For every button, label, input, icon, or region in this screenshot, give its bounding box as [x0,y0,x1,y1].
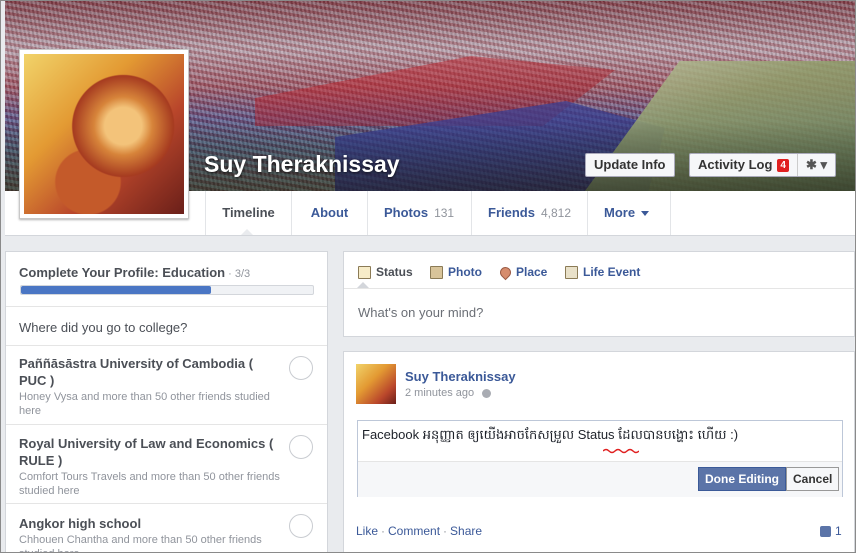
complete-profile-card: Complete Your Profile: Education · 3/3 W… [5,251,328,552]
tab-about[interactable]: About [291,191,367,235]
list-item[interactable]: Royal University of Law and Economics ( … [19,435,281,498]
status-input[interactable]: What's on your mind? [358,305,483,320]
select-circle[interactable] [289,435,313,459]
activity-log-badge: 4 [777,158,789,172]
location-pin-icon [497,264,514,280]
tab-more[interactable]: More [587,191,671,235]
school-friends-note: Comfort Tours Travels and more than 50 o… [19,471,280,497]
share-link[interactable]: Share [450,524,482,538]
separator-dot: · [381,524,386,538]
post-edit-box[interactable]: Facebook អនុញ្ញាត ឲ្យយើងអាចកែសម្រួល Stat… [357,420,843,497]
cancel-button[interactable]: Cancel [786,467,840,491]
divider [6,306,327,307]
school-name[interactable]: Angkor high school [19,515,281,532]
status-icon [358,265,371,279]
profile-name[interactable]: Suy Theraknissay [204,151,400,178]
post-time-text: 2 minutes ago [405,387,475,399]
spellcheck-underline [603,448,639,454]
active-composer-tab-indicator [357,282,369,288]
tab-about-label: About [310,205,349,220]
composer-tab-life-event[interactable]: Life Event [565,265,640,279]
complete-profile-title-text: Complete Your Profile: Education [19,265,226,280]
divider [6,345,327,346]
school-name[interactable]: Royal University of Law and Economics ( … [19,435,281,469]
complete-profile-title: Complete Your Profile: Education · 3/3 [19,265,250,280]
like-link[interactable]: Like [356,524,378,538]
facebook-timeline-page: Suy Theraknissay Update Info Activity Lo… [0,0,856,553]
divider [344,288,854,289]
list-item[interactable]: Angkor high school Chhouen Chantha and m… [19,515,281,552]
comment-link[interactable]: Comment [388,524,440,538]
composer-tab-place[interactable]: Place [497,264,548,280]
school-friends-note: Chhouen Chantha and more than 50 other f… [19,534,262,552]
composer-tab-label: Status [376,265,413,279]
post-actions: Like · Comment · Share [356,524,482,538]
thumbs-up-icon [820,525,831,537]
tab-photos-label: Photos [384,205,429,220]
complete-profile-step: · 3/3 [225,268,251,280]
select-circle[interactable] [289,356,313,380]
composer-tab-photo[interactable]: Photo [430,265,482,279]
photos-count: 131 [434,206,455,220]
update-info-button[interactable]: Update Info [585,153,675,177]
divider [6,503,327,504]
status-composer: Status Photo Place Life Event What's on … [343,251,855,337]
college-question[interactable]: Where did you go to college? [19,320,187,335]
globe-icon[interactable] [482,388,492,398]
camera-icon [430,265,443,279]
activity-log-label: Activity Log [698,157,773,172]
composer-tab-label: Life Event [583,265,641,279]
composer-tab-label: Photo [448,265,482,279]
select-circle[interactable] [289,514,313,538]
like-count-number: 1 [835,524,842,538]
profile-progress-bar [20,285,314,295]
school-name[interactable]: Paññāsāstra University of Cambodia ( PUC… [19,355,281,389]
like-count[interactable]: 1 [820,524,842,538]
profile-progress-fill [21,286,211,294]
friends-count: 4,812 [540,206,571,220]
tab-photos[interactable]: Photos 131 [367,191,471,235]
school-friends-note: Honey Vysa and more than 50 other friend… [19,391,270,417]
post-timestamp[interactable]: 2 minutes ago [405,387,492,399]
tab-friends[interactable]: Friends 4,812 [471,191,587,235]
timeline-post: Suy Theraknissay 2 minutes ago Facebook … [343,351,855,552]
activity-log-button[interactable]: Activity Log 4 ✱ ▾ [689,153,836,177]
avatar [24,54,184,214]
profile-picture[interactable] [19,49,189,219]
chevron-down-icon [641,211,650,217]
post-author-avatar[interactable] [356,364,396,404]
composer-tab-label: Place [516,265,548,279]
tab-more-label: More [604,205,636,220]
done-editing-button[interactable]: Done Editing [698,467,786,491]
tab-friends-label: Friends [488,205,535,220]
divider [6,424,327,425]
post-edit-text[interactable]: Facebook អនុញ្ញាត ឲ្យយើងអាចកែសម្រួល Stat… [362,427,738,446]
post-author-name[interactable]: Suy Theraknissay [405,369,516,384]
separator-dot: · [443,524,448,538]
gear-icon[interactable]: ✱ ▾ [796,154,835,176]
list-item[interactable]: Paññāsāstra University of Cambodia ( PUC… [19,355,281,418]
life-event-icon [565,265,578,279]
active-tab-indicator [241,229,253,235]
edit-footer: Done Editing Cancel [358,461,842,497]
composer-tab-status[interactable]: Status [358,265,413,279]
tab-timeline-label: Timeline [222,205,275,220]
